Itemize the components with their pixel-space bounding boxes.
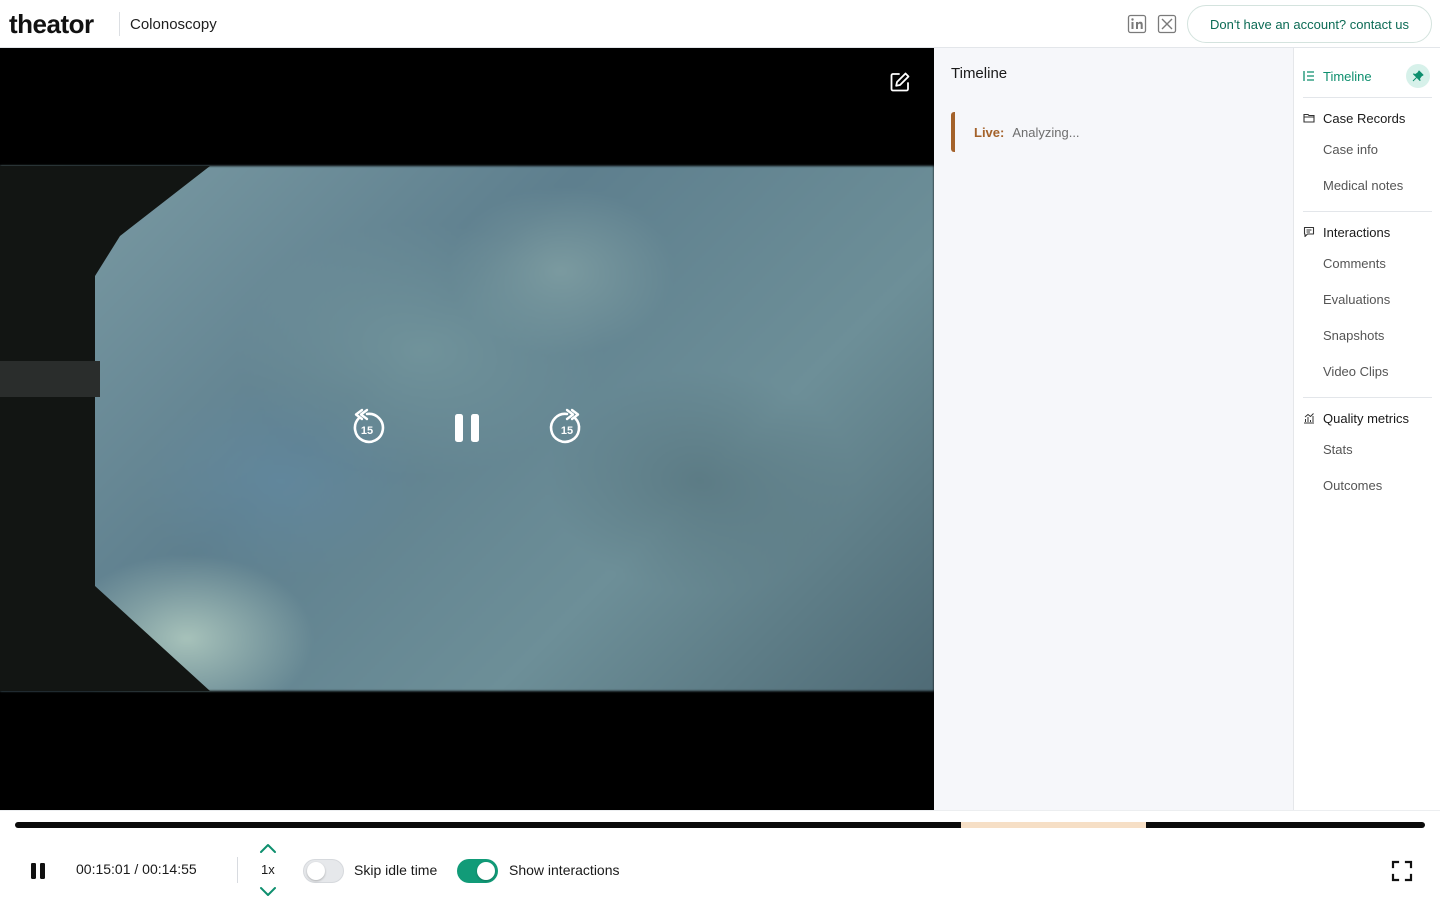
rewind-seconds-label: 15 — [361, 425, 373, 437]
fullscreen-icon[interactable] — [1390, 859, 1414, 883]
edit-icon[interactable] — [888, 70, 912, 94]
video-progress-bar[interactable] — [15, 822, 1425, 828]
side-navigation: Timeline Case Records Case info Medical … — [1295, 48, 1440, 810]
toggle-knob — [477, 862, 495, 880]
header-divider — [119, 12, 120, 36]
skip-idle-toggle[interactable] — [303, 859, 344, 883]
linkedin-icon[interactable] — [1127, 14, 1147, 34]
nav-label-case-records: Case Records — [1323, 110, 1406, 126]
live-status-card: Live: Analyzing... — [951, 112, 1080, 152]
contact-us-button[interactable]: Don't have an account? contact us — [1187, 5, 1432, 43]
chevron-down-icon[interactable] — [258, 883, 278, 899]
folder-icon — [1303, 113, 1315, 123]
nav-separator — [1303, 97, 1432, 98]
nav-item-timeline[interactable]: Timeline — [1303, 64, 1372, 88]
top-header: theator Colonoscopy Don't have an accoun… — [0, 0, 1440, 48]
timeline-title: Timeline — [951, 65, 1008, 82]
pin-icon — [1412, 70, 1424, 82]
progress-highlight-segment — [961, 822, 1146, 828]
pin-button[interactable] — [1406, 64, 1430, 88]
chevron-up-icon[interactable] — [258, 841, 278, 857]
controls-divider — [237, 857, 238, 883]
chart-icon — [1304, 413, 1314, 424]
chat-icon — [1303, 226, 1315, 238]
toggle-knob — [307, 862, 325, 880]
playback-speed-value: 1x — [261, 862, 275, 877]
skip-idle-label: Skip idle time — [354, 862, 438, 878]
player-control-bar: 00:15:01 / 00:14:55 1x Skip idle time Sh… — [0, 810, 1440, 900]
nav-subitem-video-clips[interactable]: Video Clips — [1323, 364, 1389, 379]
nav-subitem-outcomes[interactable]: Outcomes — [1323, 478, 1382, 493]
nav-separator — [1303, 397, 1432, 398]
nav-separator — [1303, 211, 1432, 212]
nav-subitem-stats[interactable]: Stats — [1323, 442, 1353, 457]
nav-subitem-case-info[interactable]: Case info — [1323, 142, 1378, 157]
page-title: Colonoscopy — [130, 16, 217, 33]
pause-icon[interactable] — [447, 408, 487, 448]
show-interactions-toggle[interactable] — [457, 859, 498, 883]
timeline-panel: Timeline Live: Analyzing... — [934, 48, 1294, 810]
nav-label-interactions: Interactions — [1323, 224, 1391, 240]
x-twitter-icon[interactable] — [1157, 14, 1177, 34]
video-player[interactable]: 15 15 — [0, 48, 934, 810]
theator-logo[interactable]: theator — [9, 9, 94, 39]
forward-seconds-label: 15 — [561, 425, 573, 437]
live-status-text: Analyzing... — [1012, 124, 1080, 140]
show-interactions-label: Show interactions — [509, 862, 620, 878]
time-display: 00:15:01 / 00:14:55 — [76, 861, 197, 877]
live-label: Live: — [974, 124, 1005, 140]
forward-15-icon[interactable]: 15 — [547, 408, 587, 448]
nav-subitem-medical-notes[interactable]: Medical notes — [1323, 178, 1403, 193]
list-icon — [1303, 71, 1314, 81]
nav-item-case-records[interactable]: Case Records — [1303, 106, 1405, 130]
pause-icon[interactable] — [28, 861, 48, 881]
nav-item-interactions[interactable]: Interactions — [1303, 220, 1390, 244]
nav-label-timeline: Timeline — [1323, 68, 1372, 84]
nav-item-quality-metrics[interactable]: Quality metrics — [1303, 406, 1409, 430]
nav-subitem-evaluations[interactable]: Evaluations — [1323, 292, 1390, 307]
nav-subitem-comments[interactable]: Comments — [1323, 256, 1386, 271]
nav-subitem-snapshots[interactable]: Snapshots — [1323, 328, 1384, 343]
rewind-15-icon[interactable]: 15 — [347, 408, 387, 448]
nav-label-quality-metrics: Quality metrics — [1323, 410, 1409, 426]
